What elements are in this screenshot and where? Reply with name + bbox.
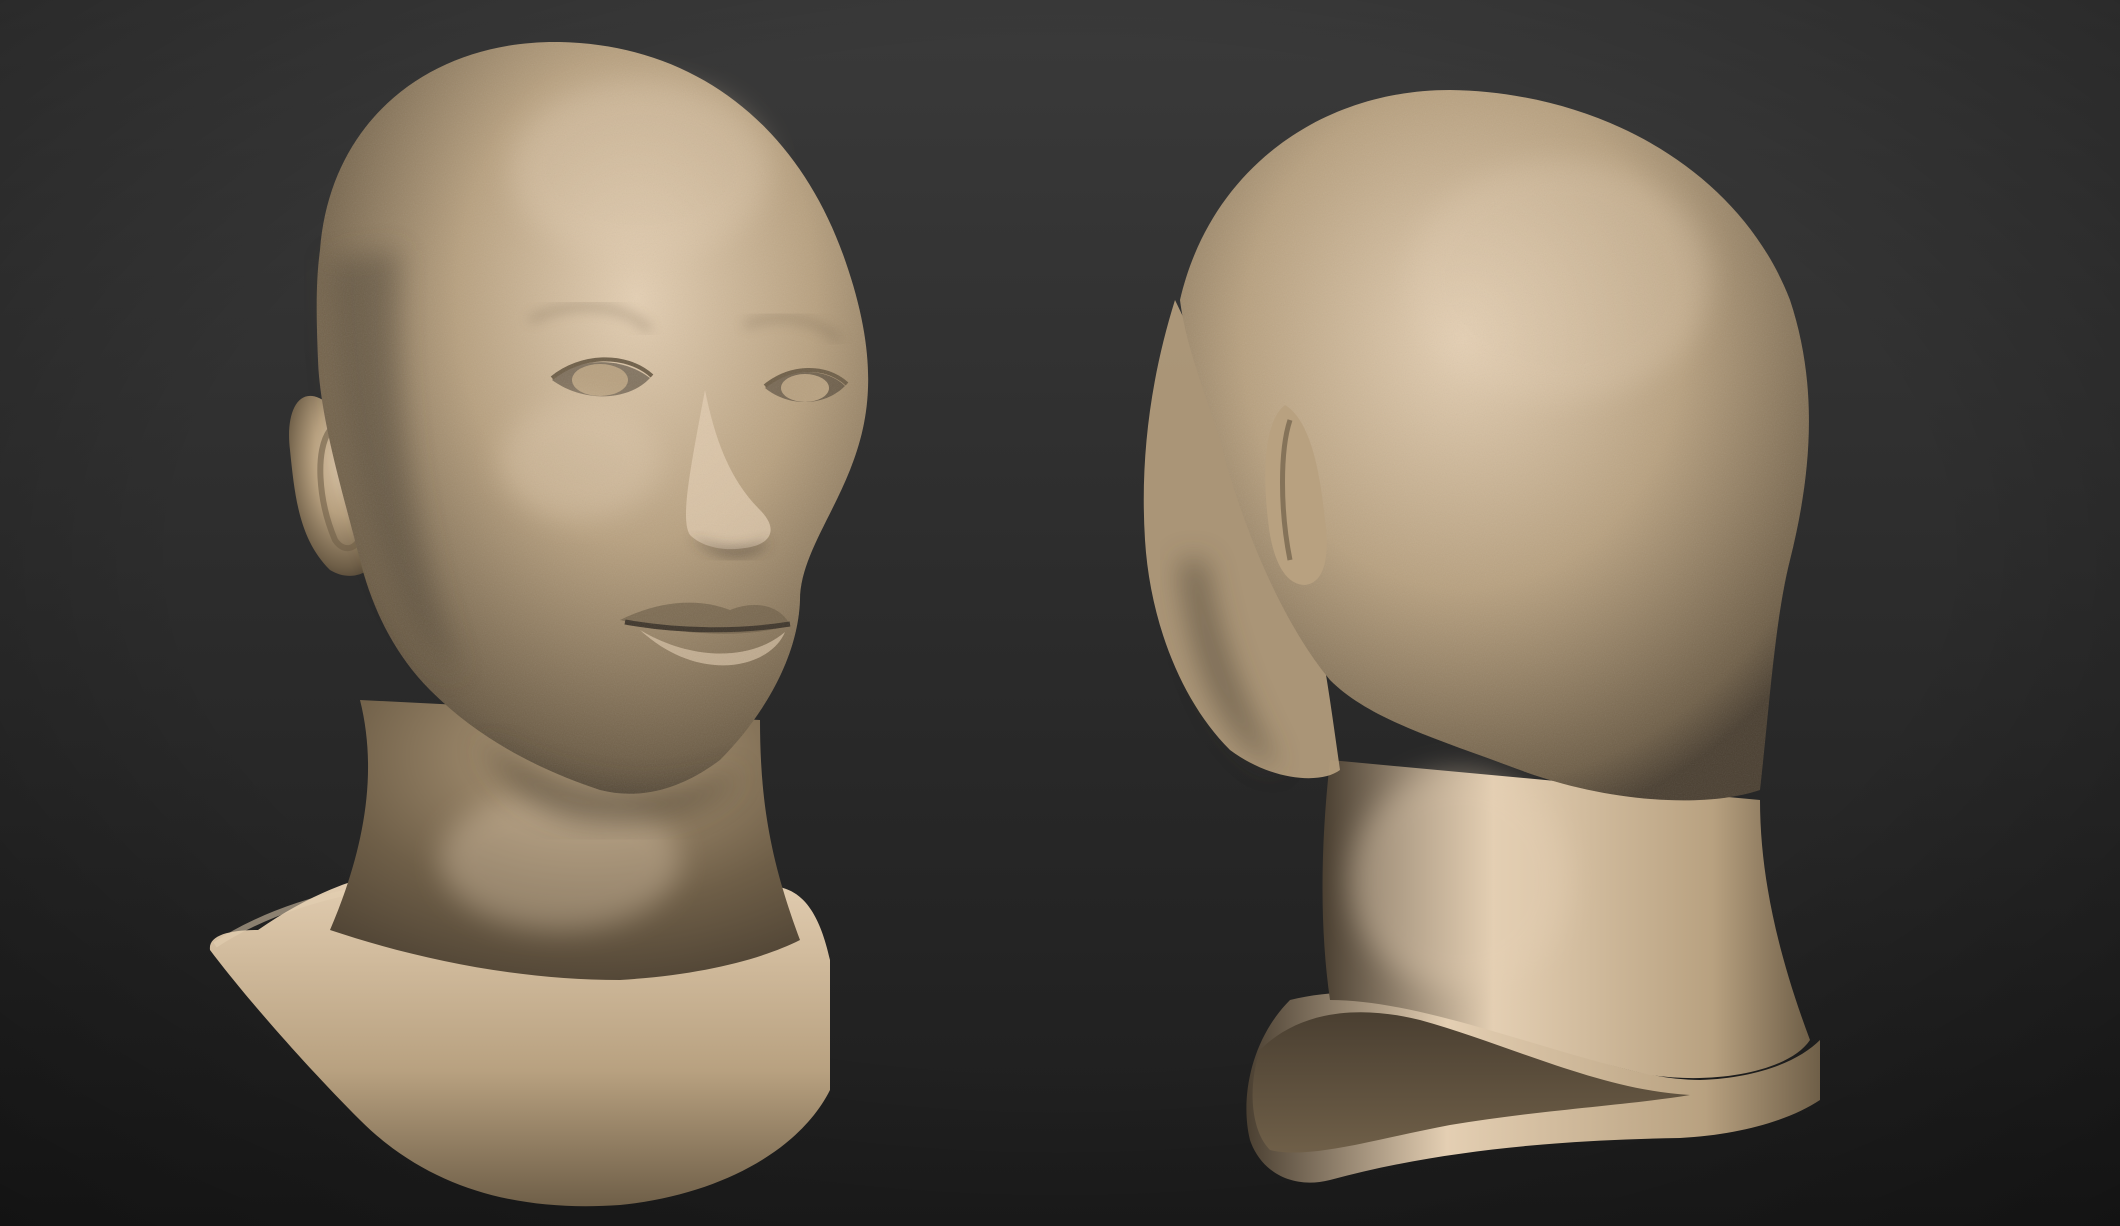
- render-viewport: [0, 0, 2120, 1226]
- sculpt-render: [0, 0, 2120, 1226]
- back-neck-highlight: [1350, 770, 1570, 990]
